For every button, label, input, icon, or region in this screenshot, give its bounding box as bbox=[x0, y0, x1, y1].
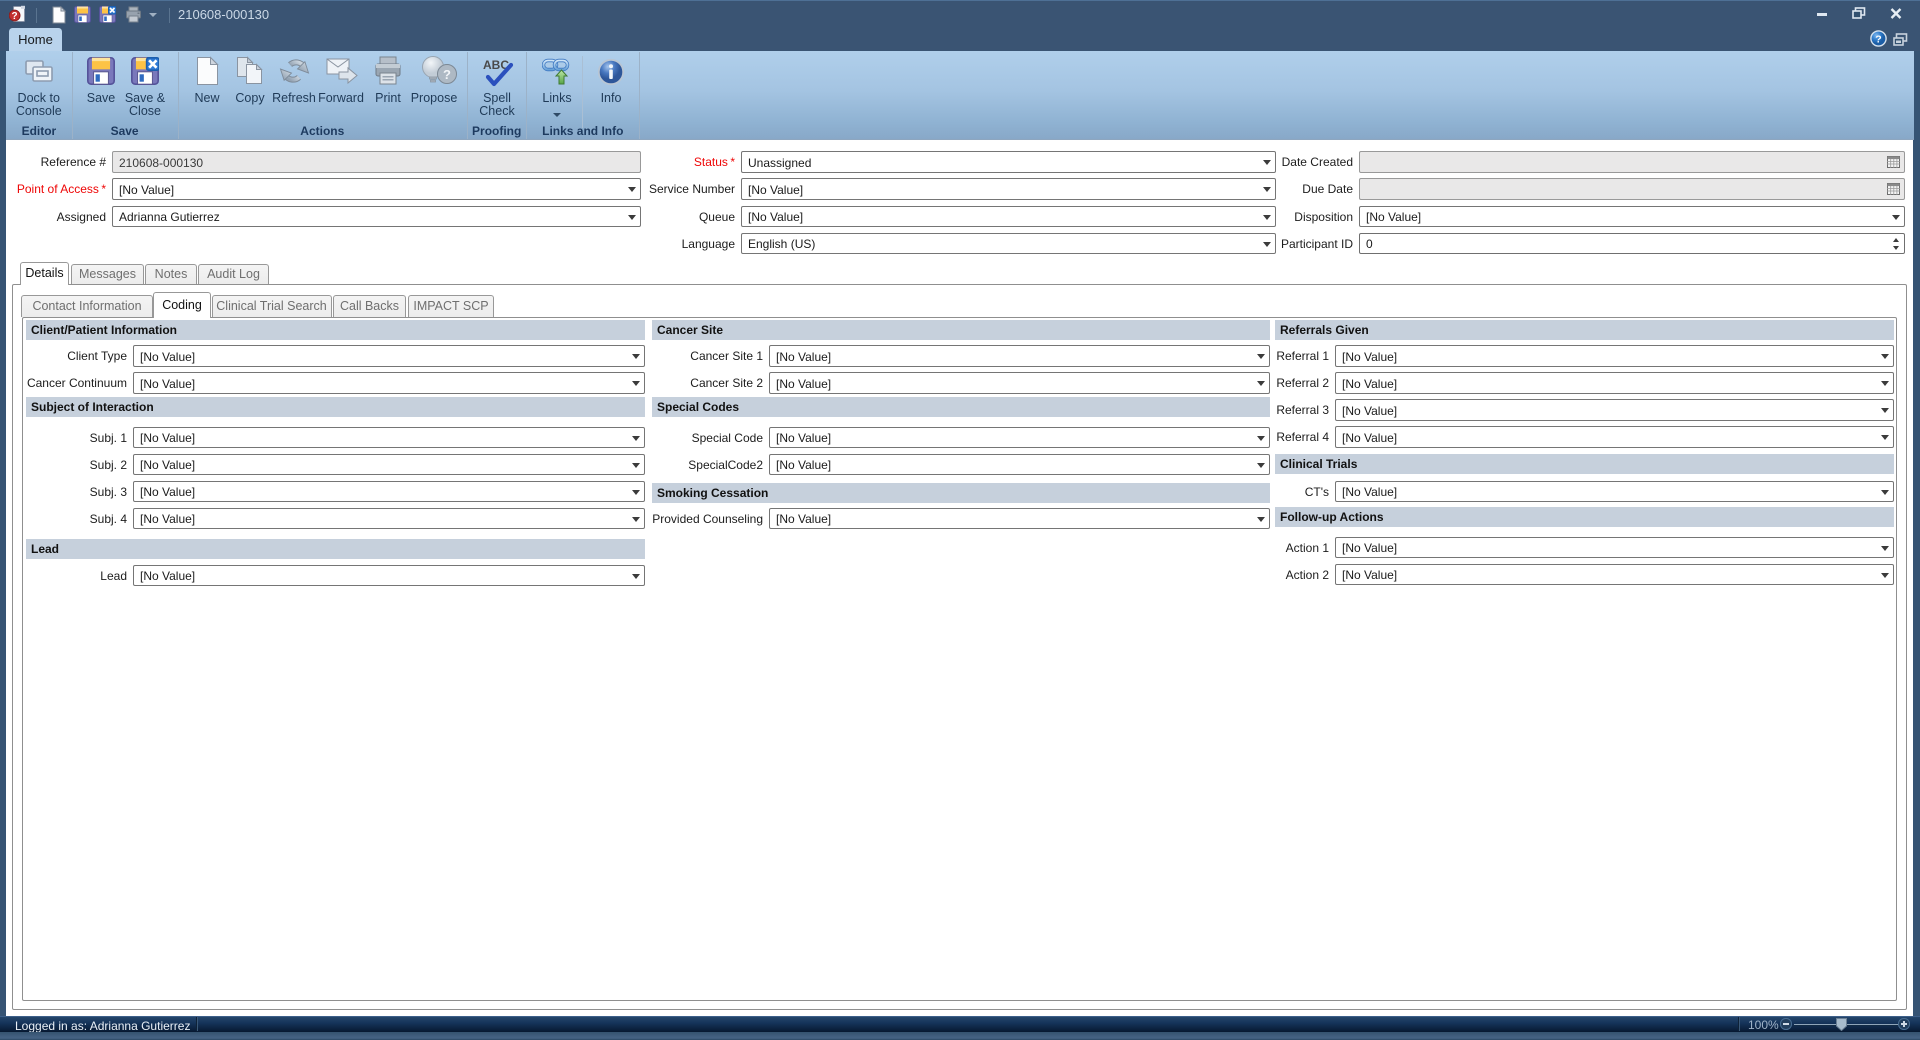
svg-text:?: ? bbox=[1875, 33, 1881, 45]
svg-text:?: ? bbox=[443, 67, 451, 82]
svg-text:?: ? bbox=[12, 11, 18, 22]
